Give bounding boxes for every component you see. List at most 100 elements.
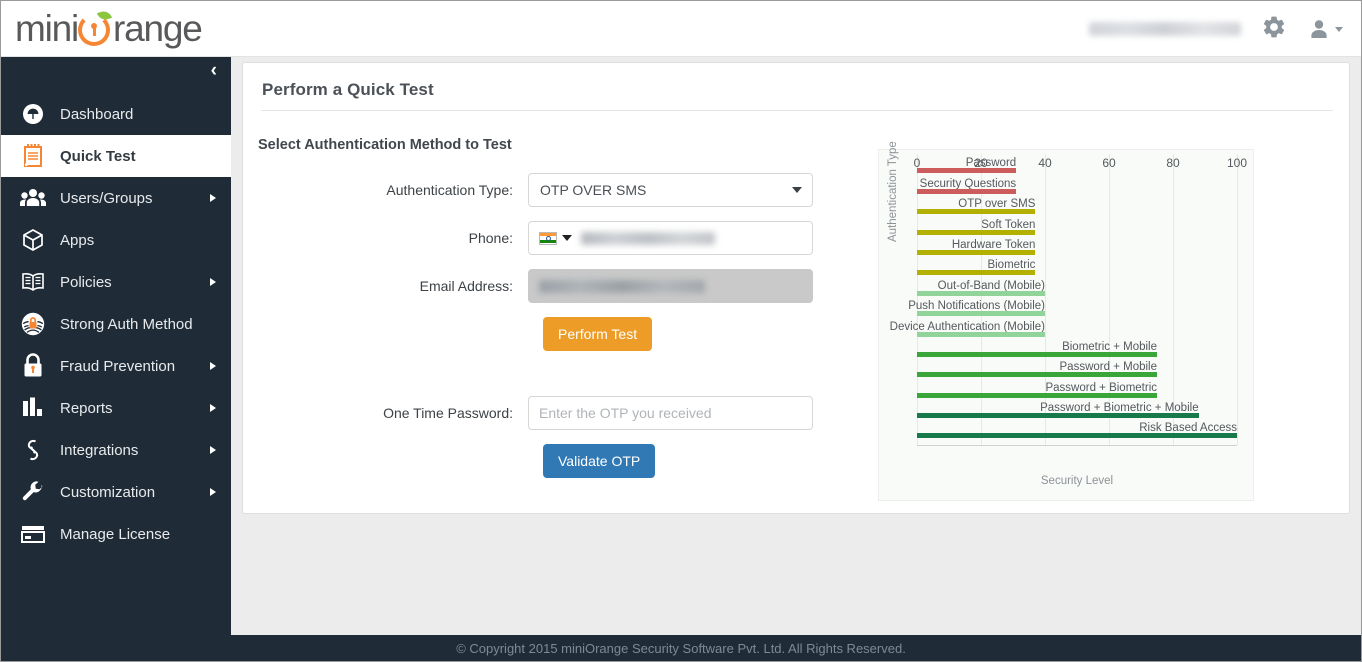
chart-bar bbox=[917, 168, 1017, 174]
chart-bar-row: Password bbox=[917, 154, 1237, 174]
user-email-label bbox=[1089, 22, 1241, 36]
chart-x-axis-label: Security Level bbox=[1040, 475, 1114, 487]
security-level-chart: Authentication Type Password Security Que… bbox=[878, 141, 1254, 501]
chart-bar bbox=[917, 311, 1045, 317]
bar-chart-icon bbox=[13, 393, 53, 423]
sidebar-item-manage-license[interactable]: Manage License bbox=[1, 513, 231, 555]
phone-value bbox=[581, 231, 715, 245]
chart-bar bbox=[917, 270, 1036, 276]
quick-test-form: Authentication Type: OTP OVER SMS Phone: bbox=[243, 173, 873, 478]
chart-bar-row: Hardware Token bbox=[917, 236, 1237, 256]
sidebar-item-label: Apps bbox=[60, 231, 95, 249]
sidebar-collapse-button[interactable]: ‹ bbox=[211, 61, 217, 80]
title-divider bbox=[261, 110, 1333, 111]
phone-label: Phone: bbox=[468, 230, 513, 246]
sidebar-item-quick-test[interactable]: Quick Test bbox=[1, 135, 231, 177]
chevron-down-icon bbox=[792, 187, 802, 193]
sidebar-item-label: Fraud Prevention bbox=[60, 357, 176, 375]
app-window: mini range ‹ Dashboard Quick Test Users/… bbox=[0, 0, 1362, 662]
sidebar-item-users-groups[interactable]: Users/Groups bbox=[1, 177, 231, 219]
chevron-right-icon bbox=[210, 362, 216, 370]
gear-icon[interactable] bbox=[1261, 14, 1287, 45]
chart-bar bbox=[917, 209, 1036, 215]
sidebar-item-dashboard[interactable]: Dashboard bbox=[1, 93, 231, 135]
chart-x-tick-label: 20 bbox=[974, 156, 988, 170]
auth-type-row: Authentication Type: OTP OVER SMS bbox=[243, 173, 873, 207]
chevron-down-icon bbox=[1335, 26, 1343, 32]
chart-bar-row: Password + Biometric + Mobile bbox=[917, 399, 1237, 419]
open-book-icon bbox=[13, 267, 53, 297]
chart-x-tick-label: 60 bbox=[1102, 156, 1116, 170]
chart-bar bbox=[917, 188, 1017, 194]
chevron-right-icon bbox=[210, 278, 216, 286]
auth-type-selected-value: OTP OVER SMS bbox=[540, 182, 647, 198]
phone-row: Phone: bbox=[243, 221, 873, 255]
auth-type-label: Authentication Type: bbox=[386, 182, 513, 198]
email-label: Email Address: bbox=[419, 278, 513, 294]
email-field bbox=[528, 269, 813, 303]
chart-bar-row: Biometric + Mobile bbox=[917, 338, 1237, 358]
otp-input-wrapper[interactable]: Enter the OTP you received bbox=[528, 396, 813, 430]
chart-bar-row: Push Notifications (Mobile) bbox=[908, 297, 1237, 317]
sidebar-item-customization[interactable]: Customization bbox=[1, 471, 231, 513]
chart-bar bbox=[917, 290, 1045, 296]
sidebar-item-label: Integrations bbox=[60, 441, 139, 459]
sidebar-item-label: Strong Auth Method bbox=[60, 315, 193, 333]
otp-row: One Time Password: Enter the OTP you rec… bbox=[243, 396, 873, 430]
sidebar-item-integrations[interactable]: Integrations bbox=[1, 429, 231, 471]
india-flag-icon[interactable] bbox=[539, 231, 557, 245]
chart-bar-row: Password + Biometric bbox=[917, 378, 1237, 398]
chart-bar-row: Soft Token bbox=[917, 215, 1237, 235]
chart-bar-row: Password + Mobile bbox=[917, 358, 1237, 378]
sidebar-item-fraud-prevention[interactable]: Fraud Prevention bbox=[1, 345, 231, 387]
chain-link-icon bbox=[13, 435, 53, 465]
users-group-icon bbox=[13, 183, 53, 213]
phone-input[interactable] bbox=[528, 221, 813, 255]
miniorange-logo[interactable]: mini range bbox=[15, 8, 203, 49]
logo-text-mini: mini bbox=[15, 8, 79, 49]
chart-bar bbox=[917, 392, 1157, 398]
auth-type-select[interactable]: OTP OVER SMS bbox=[528, 173, 813, 207]
page-title: Perform a Quick Test bbox=[262, 80, 434, 99]
dashboard-gauge-icon bbox=[13, 99, 53, 129]
sidebar-item-apps[interactable]: Apps bbox=[1, 219, 231, 261]
sidebar-item-reports[interactable]: Reports bbox=[1, 387, 231, 429]
perform-test-row: Perform Test bbox=[243, 317, 873, 351]
section-title: Select Authentication Method to Test bbox=[258, 137, 512, 153]
sidebar-item-label: Users/Groups bbox=[60, 189, 153, 207]
user-avatar-menu[interactable] bbox=[1307, 17, 1343, 41]
sidebar-item-label: Manage License bbox=[60, 525, 171, 543]
orange-keyhole-icon bbox=[78, 8, 113, 47]
chevron-down-icon[interactable] bbox=[562, 235, 572, 241]
chevron-right-icon bbox=[210, 488, 216, 496]
chevron-right-icon bbox=[210, 194, 216, 202]
sidebar-item-label: Reports bbox=[60, 399, 113, 417]
copyright-text: © Copyright 2015 miniOrange Security Sof… bbox=[456, 640, 906, 656]
sidebar-collapse-row: ‹ bbox=[1, 57, 231, 93]
credit-card-icon bbox=[13, 519, 53, 549]
main-content-area: Perform a Quick Test Select Authenticati… bbox=[231, 57, 1361, 637]
chart-x-axis bbox=[917, 445, 1237, 446]
chart-x-tick-label: 0 bbox=[913, 156, 921, 170]
notepad-icon bbox=[13, 141, 53, 171]
chart-bar-row: Risk Based Access bbox=[917, 419, 1237, 439]
email-row: Email Address: bbox=[243, 269, 873, 303]
header-right-group bbox=[1089, 1, 1343, 57]
otp-label: One Time Password: bbox=[383, 405, 513, 421]
cube-box-icon bbox=[13, 225, 53, 255]
chart-bar-row: Device Authentication (Mobile) bbox=[890, 317, 1237, 337]
top-header-bar: mini range bbox=[1, 1, 1361, 57]
chart-bar bbox=[917, 372, 1157, 378]
validate-otp-button[interactable]: Validate OTP bbox=[543, 444, 656, 478]
chart-bar-row: OTP over SMS bbox=[917, 195, 1237, 215]
sidebar-item-policies[interactable]: Policies bbox=[1, 261, 231, 303]
chart-bar-row: Out-of-Band (Mobile) bbox=[917, 276, 1237, 296]
otp-placeholder: Enter the OTP you received bbox=[539, 405, 712, 421]
chart-x-tick-label: 40 bbox=[1038, 156, 1052, 170]
chart-bar-row: Security Questions bbox=[917, 174, 1237, 194]
perform-test-button[interactable]: Perform Test bbox=[543, 317, 653, 351]
chart-bar bbox=[917, 351, 1157, 357]
sidebar-item-strong-auth-method[interactable]: Strong Auth Method bbox=[1, 303, 231, 345]
sidebar-item-label: Policies bbox=[60, 273, 112, 291]
fingerprint-lock-icon bbox=[13, 309, 53, 339]
